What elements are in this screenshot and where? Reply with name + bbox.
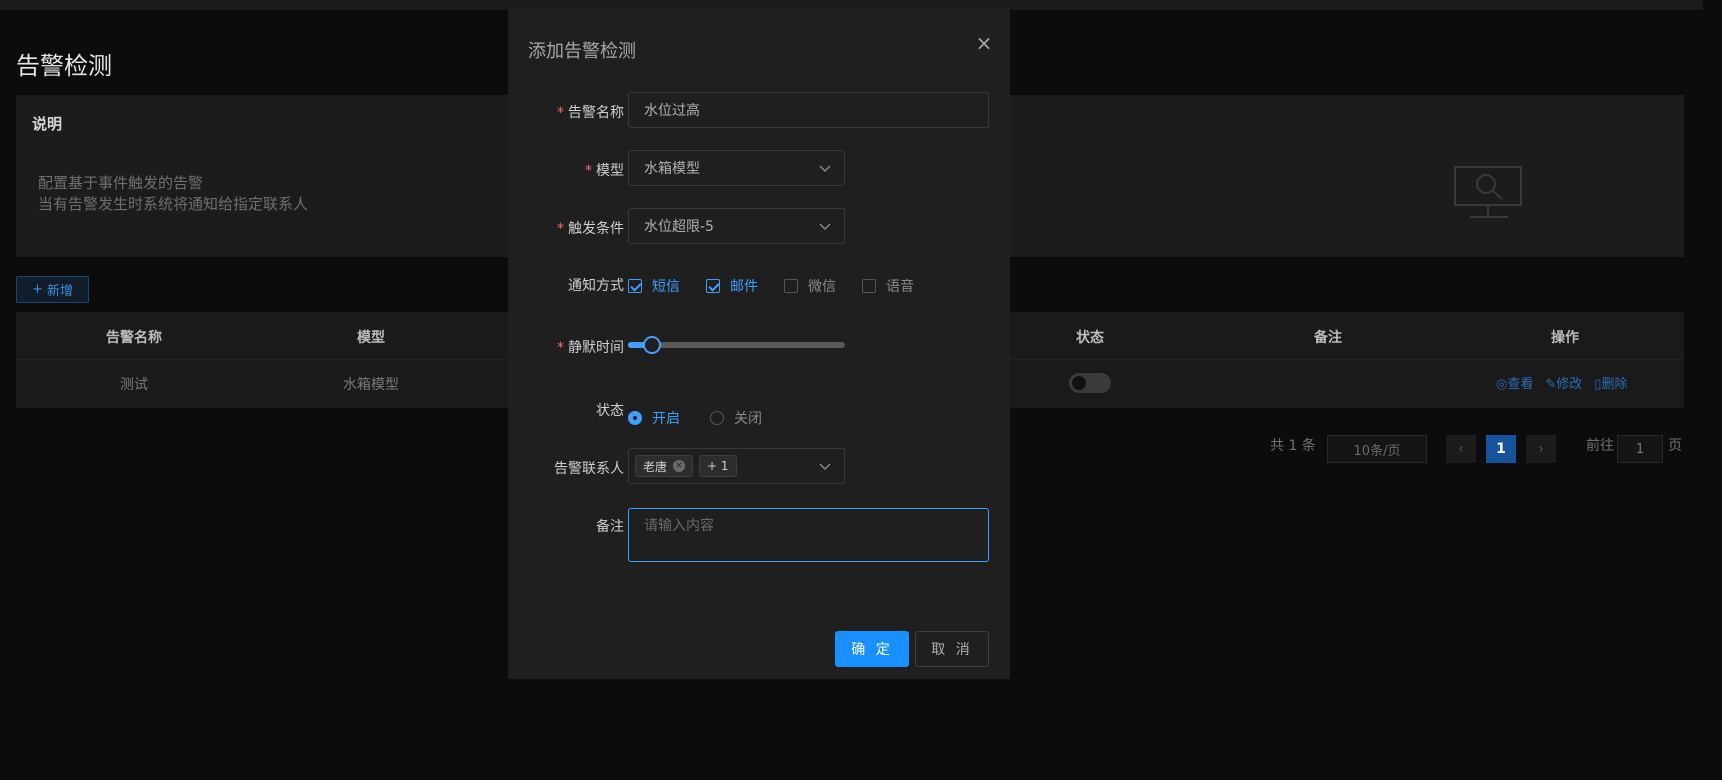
chevron-down-icon — [819, 165, 831, 172]
column-header-name: 告警名称 — [106, 330, 162, 346]
chevron-down-icon — [819, 223, 831, 230]
add-alarm-dialog: 添加告警检测 × * 告警名称 水位过高 * 模型 水箱模型 * 触发条件 水位超限-… — [508, 8, 1010, 679]
trigger-label-text: 触发条件 — [568, 221, 624, 237]
status-option-label: 关闭 — [734, 411, 762, 427]
chevron-left-icon: ‹ — [1458, 441, 1464, 457]
add-button[interactable]: + 新增 — [16, 276, 89, 303]
radio-dot — [710, 411, 724, 425]
remark-placeholder: 请输入内容 — [644, 518, 714, 534]
status-option-label: 开启 — [652, 411, 680, 427]
model-label: * 模型 — [585, 160, 624, 180]
close-icon[interactable]: × — [673, 460, 686, 472]
dialog-title: 添加告警检测 — [528, 41, 636, 62]
contact-tag-label: 老唐 — [643, 459, 668, 474]
add-button-label: 新增 — [46, 284, 73, 299]
description-heading: 说明 — [32, 115, 63, 133]
required-mark: * — [557, 340, 564, 356]
row-actions: ◎查看 ✎修改 ▯删除 — [1496, 373, 1627, 392]
remark-label: 备注 — [596, 519, 624, 535]
delete-label: 删除 — [1601, 377, 1628, 392]
notify-option-label: 短信 — [652, 279, 680, 295]
table-cell-name: 测试 — [120, 377, 148, 393]
notify-voice-checkbox[interactable]: 语音 — [862, 276, 914, 296]
remark-textarea[interactable]: 请输入内容 — [628, 508, 989, 562]
close-icon[interactable]: × — [974, 33, 994, 53]
model-label-text: 模型 — [596, 163, 624, 179]
notify-option-label: 语音 — [886, 279, 914, 295]
alarm-name-label: * 告警名称 — [557, 102, 624, 122]
delete-link[interactable]: ▯删除 — [1594, 373, 1627, 392]
trigger-select[interactable]: 水位超限-5 — [628, 208, 845, 244]
status-label: 状态 — [596, 403, 624, 419]
column-header-remark: 备注 — [1314, 330, 1342, 346]
checkbox-box — [784, 279, 798, 293]
contacts-label: 告警联系人 — [554, 461, 624, 477]
radio-dot — [628, 411, 642, 425]
page-number-button[interactable]: 1 — [1486, 435, 1516, 463]
prev-page-button[interactable]: ‹ — [1446, 435, 1476, 463]
view-label: 查看 — [1507, 377, 1534, 392]
chevron-right-icon: › — [1538, 441, 1544, 457]
checkbox-box — [862, 279, 876, 293]
cancel-button[interactable]: 取 消 — [915, 631, 989, 667]
edit-label: 修改 — [1556, 377, 1583, 392]
pagination-total: 共 1 条 — [1270, 438, 1316, 454]
required-mark: * — [557, 221, 564, 237]
notify-email-checkbox[interactable]: 邮件 — [706, 276, 758, 296]
column-header-model: 模型 — [357, 330, 385, 346]
checkbox-box — [706, 279, 720, 293]
view-link[interactable]: ◎查看 — [1496, 373, 1533, 392]
column-header-actions: 操作 — [1551, 330, 1579, 346]
checkbox-box — [628, 279, 642, 293]
confirm-button[interactable]: 确 定 — [835, 631, 909, 667]
model-select[interactable]: 水箱模型 — [628, 150, 845, 186]
notify-option-label: 邮件 — [730, 279, 758, 295]
goto-suffix: 页 — [1668, 438, 1682, 454]
notify-label: 通知方式 — [568, 278, 624, 294]
more-contacts-tag: + 1 — [699, 455, 737, 477]
page-size-select[interactable]: 10条/页 — [1327, 435, 1427, 463]
alarm-name-input[interactable]: 水位过高 — [628, 92, 989, 128]
description-line: 配置基于事件触发的告警 — [38, 174, 204, 192]
status-toggle[interactable] — [1069, 373, 1111, 393]
contacts-select[interactable]: 老唐 × + 1 — [628, 448, 845, 484]
notify-checkbox-group: 短信 邮件 微信 语音 — [628, 276, 940, 296]
required-mark: * — [557, 105, 564, 121]
eye-icon: ◎ — [1496, 377, 1508, 392]
page-size-value: 10条/页 — [1353, 443, 1401, 459]
column-header-status: 状态 — [1076, 330, 1104, 346]
silence-slider[interactable] — [628, 336, 845, 354]
next-page-button[interactable]: › — [1526, 435, 1556, 463]
monitor-search-icon — [1454, 166, 1522, 218]
alarm-name-label-text: 告警名称 — [568, 105, 624, 121]
table-cell-model: 水箱模型 — [343, 377, 399, 393]
contact-tag: 老唐 × — [635, 455, 694, 477]
slider-handle[interactable] — [643, 336, 661, 354]
description-line: 当有告警发生时系统将通知给指定联系人 — [38, 195, 309, 213]
notify-wechat-checkbox[interactable]: 微信 — [784, 276, 836, 296]
goto-label: 前往 — [1586, 438, 1614, 454]
silence-label-text: 静默时间 — [568, 340, 624, 356]
required-mark: * — [585, 163, 592, 179]
edit-icon: ✎ — [1545, 377, 1557, 392]
model-value: 水箱模型 — [644, 161, 700, 177]
notify-sms-checkbox[interactable]: 短信 — [628, 276, 680, 296]
goto-page-input[interactable]: 1 — [1617, 435, 1663, 463]
chevron-down-icon — [819, 463, 831, 470]
alarm-name-value: 水位过高 — [644, 103, 700, 119]
silence-label: * 静默时间 — [557, 337, 624, 357]
plus-icon: + — [32, 282, 43, 297]
page-title: 告警检测 — [16, 52, 112, 80]
status-on-radio[interactable]: 开启 — [628, 408, 680, 428]
status-off-radio[interactable]: 关闭 — [710, 408, 762, 428]
trigger-label: * 触发条件 — [557, 218, 624, 238]
status-radio-group: 开启 关闭 — [628, 408, 792, 428]
notify-option-label: 微信 — [808, 279, 836, 295]
edit-link[interactable]: ✎修改 — [1545, 373, 1582, 392]
trigger-value: 水位超限-5 — [644, 219, 714, 235]
